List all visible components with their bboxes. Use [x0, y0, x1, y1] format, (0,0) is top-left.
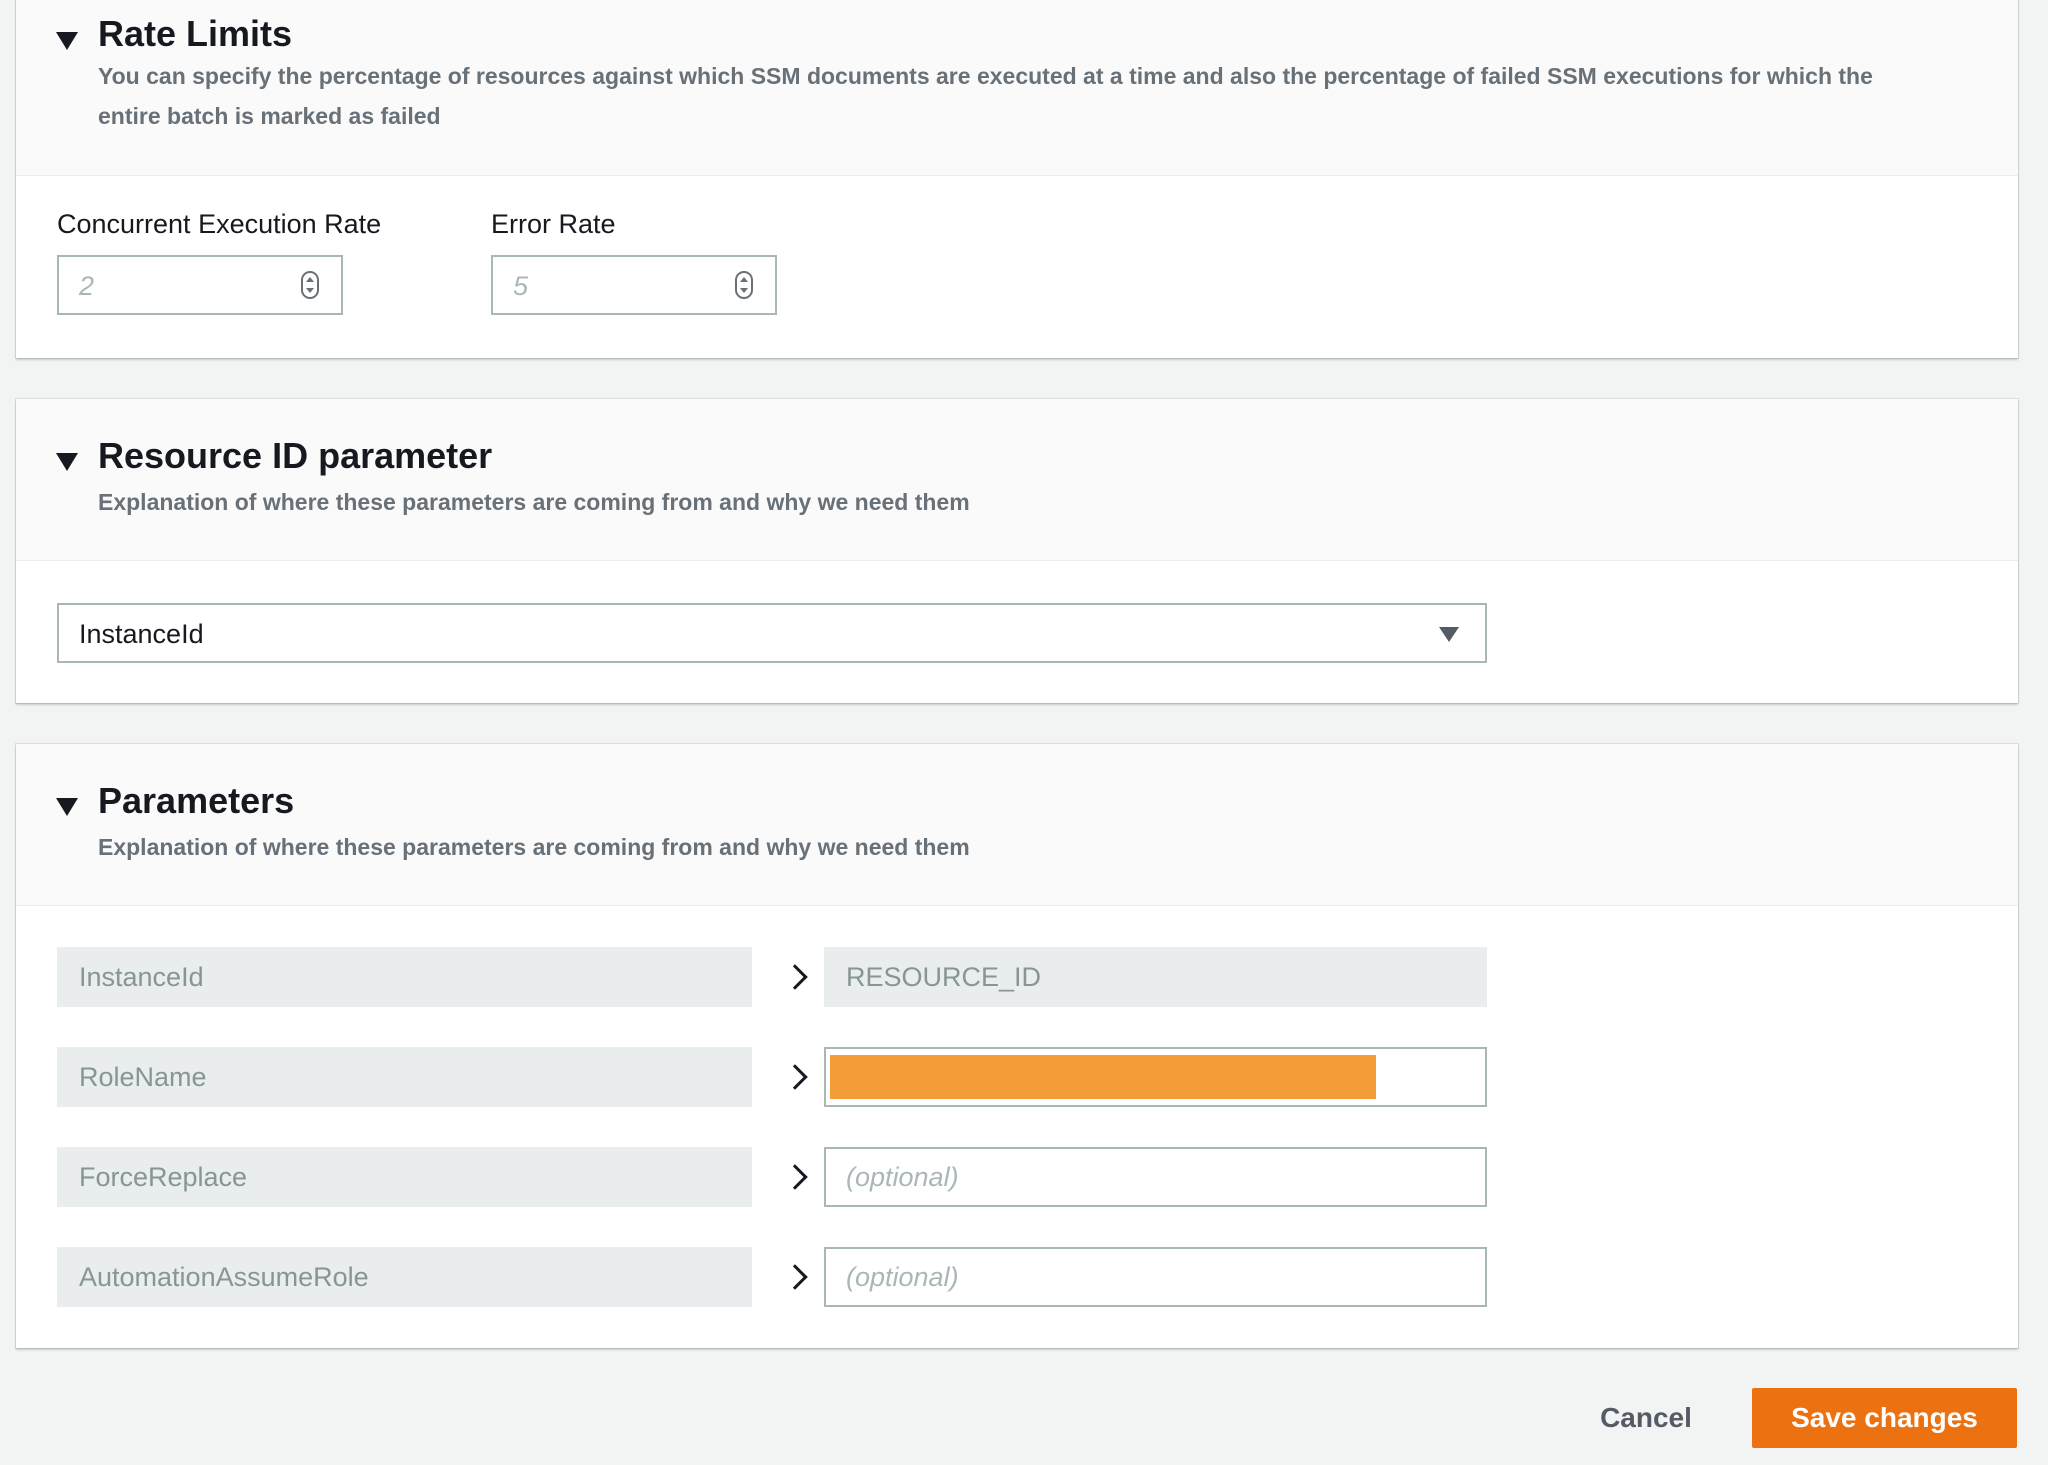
param-value-text: RESOURCE_ID [846, 962, 1042, 992]
role-name-input[interactable] [824, 1047, 1487, 1107]
error-rate-input[interactable]: 5 [491, 255, 777, 315]
rate-limits-title: Rate Limits [98, 13, 293, 54]
parameters-title: Parameters [98, 780, 295, 821]
resource-id-select[interactable]: InstanceId [57, 603, 1487, 663]
param-name-text: ForceReplace [79, 1162, 248, 1192]
cancel-button[interactable]: Cancel [1566, 1388, 1726, 1448]
stepper-icon[interactable] [735, 271, 753, 299]
rate-limits-header[interactable]: Rate Limits You can specify the percenta… [16, 0, 2018, 176]
error-rate-value: 5 [513, 271, 529, 301]
stepper-icon[interactable] [301, 271, 319, 299]
param-name-field: RoleName [57, 1047, 752, 1107]
save-changes-button[interactable]: Save changes [1752, 1388, 2017, 1448]
parameters-panel: Parameters Explanation of where these pa… [16, 744, 2018, 1348]
caret-down-icon[interactable] [56, 32, 78, 50]
chevron-down-icon[interactable] [1439, 627, 1459, 642]
force-replace-input[interactable]: (optional) [824, 1147, 1487, 1207]
resource-id-title: Resource ID parameter [98, 435, 493, 476]
arrow-right-icon [782, 1264, 808, 1290]
caret-down-icon[interactable] [56, 453, 78, 471]
resource-id-description: Explanation of where these parameters ar… [98, 489, 970, 515]
arrow-right-icon [782, 964, 808, 990]
param-name-field: InstanceId [57, 947, 752, 1007]
concurrent-rate-input[interactable]: 2 [57, 255, 343, 315]
resource-id-header[interactable]: Resource ID parameter Explanation of whe… [16, 399, 2018, 561]
param-name-field: ForceReplace [57, 1147, 752, 1207]
arrow-right-icon [782, 1164, 808, 1190]
rate-limits-description: You can specify the percentage of resour… [98, 63, 1873, 129]
resource-id-selected-value: InstanceId [79, 619, 204, 649]
parameters-description: Explanation of where these parameters ar… [98, 834, 970, 860]
arrow-right-icon [782, 1064, 808, 1090]
error-rate-label: Error Rate [491, 209, 616, 239]
param-name-text: InstanceId [79, 962, 204, 992]
param-name-text: RoleName [79, 1062, 207, 1092]
param-name-field: AutomationAssumeRole [57, 1247, 752, 1307]
resource-id-panel: Resource ID parameter Explanation of whe… [16, 399, 2018, 703]
concurrent-rate-label: Concurrent Execution Rate [57, 209, 382, 239]
param-value-field: RESOURCE_ID [824, 947, 1487, 1007]
redacted-value [830, 1055, 1376, 1099]
concurrent-rate-value: 2 [79, 271, 95, 301]
input-placeholder: (optional) [846, 1162, 959, 1192]
caret-down-icon[interactable] [56, 798, 78, 816]
input-placeholder: (optional) [846, 1262, 959, 1292]
automation-assume-role-input[interactable]: (optional) [824, 1247, 1487, 1307]
param-name-text: AutomationAssumeRole [79, 1262, 369, 1292]
rate-limits-panel: Rate Limits You can specify the percenta… [16, 0, 2018, 358]
parameters-header[interactable]: Parameters Explanation of where these pa… [16, 744, 2018, 906]
